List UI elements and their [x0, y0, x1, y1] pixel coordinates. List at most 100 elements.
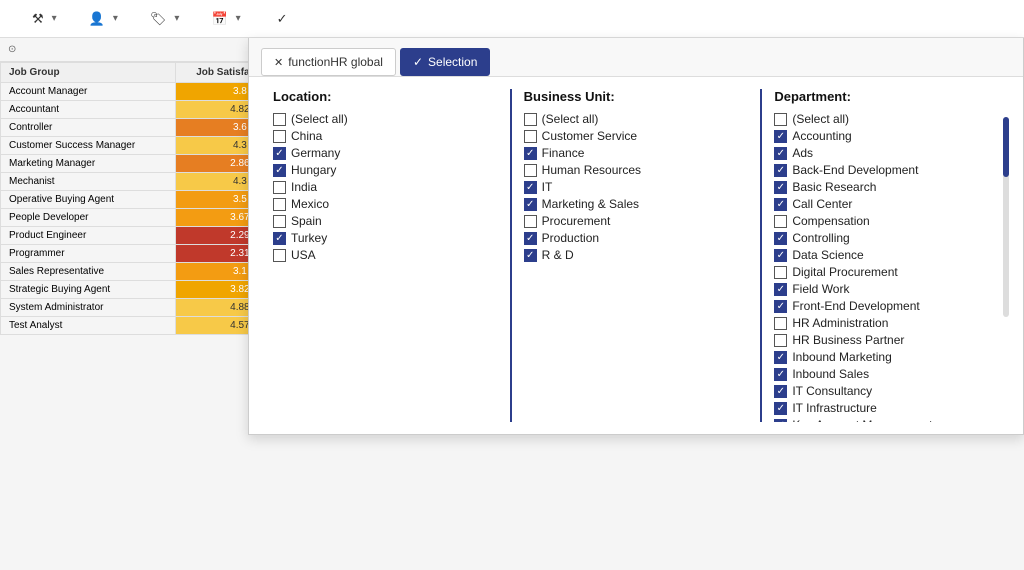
checkbox-icon[interactable]: ✓ — [774, 232, 787, 245]
filter-item[interactable]: ✓Data Science — [774, 248, 995, 262]
checkbox-icon[interactable] — [774, 334, 787, 347]
organization-button[interactable]: ⚒ ▾ — [20, 5, 69, 33]
filter-item[interactable]: ✓Accounting — [774, 129, 995, 143]
filter-item[interactable]: ✓Controlling — [774, 231, 995, 245]
top-nav: ⚒ ▾ 👤 ▾ 🏷 ▾ 📅 ▾ ✓ — [0, 0, 1024, 38]
checkbox-icon[interactable]: ✓ — [774, 249, 787, 262]
checkbox-icon[interactable]: ✓ — [774, 385, 787, 398]
filter-item-label: IT Infrastructure — [792, 401, 876, 415]
checkbox-icon[interactable]: ✓ — [774, 402, 787, 415]
jobs-icon: 🏷 — [150, 11, 167, 27]
checkbox-icon[interactable]: ✓ — [774, 419, 787, 423]
waves-button[interactable]: 📅 ▾ — [199, 5, 252, 33]
checkbox-icon[interactable] — [273, 215, 286, 228]
filter-item[interactable]: ✓Marketing & Sales — [524, 197, 749, 211]
checkbox-icon[interactable] — [273, 181, 286, 194]
checkbox-icon[interactable]: ✓ — [524, 147, 537, 160]
checkbox-icon[interactable] — [774, 215, 787, 228]
filter-item[interactable]: ✓Back-End Development — [774, 163, 995, 177]
checkbox-icon[interactable] — [273, 130, 286, 143]
job-group-cell: Accountant — [1, 101, 176, 119]
checkbox-icon[interactable]: ✓ — [524, 198, 537, 211]
filter-item[interactable]: ✓Hungary — [273, 163, 498, 177]
chevron-down-icon: ▾ — [236, 13, 241, 24]
filter-item[interactable]: (Select all) — [273, 112, 498, 126]
checkbox-icon[interactable]: ✓ — [774, 300, 787, 313]
filter-item[interactable]: Spain — [273, 214, 498, 228]
checkbox-icon[interactable]: ✓ — [524, 181, 537, 194]
location-list: (Select all) China ✓Germany ✓Hungary India Me… — [273, 112, 498, 262]
checkbox-icon[interactable]: ✓ — [774, 368, 787, 381]
checkbox-icon[interactable]: ✓ — [273, 164, 286, 177]
checkbox-icon[interactable] — [774, 266, 787, 279]
filter-item[interactable]: ✓Key Account Management — [774, 418, 995, 422]
checkbox-icon[interactable]: ✓ — [774, 283, 787, 296]
close-icon[interactable]: ✕ — [274, 56, 283, 69]
filter-item[interactable]: ✓Germany — [273, 146, 498, 160]
filter-item[interactable]: ✓Basic Research — [774, 180, 995, 194]
filter-item-label: India — [291, 180, 317, 194]
checkbox-icon[interactable] — [524, 215, 537, 228]
job-group-cell: People Developer — [1, 209, 176, 227]
checkbox-icon[interactable] — [273, 249, 286, 262]
apply-button[interactable]: ✓ — [261, 5, 308, 33]
checkbox-icon[interactable] — [524, 164, 537, 177]
filter-item[interactable]: ✓Ads — [774, 146, 995, 160]
checkbox-icon[interactable] — [774, 113, 787, 126]
filter-item[interactable]: (Select all) — [524, 112, 749, 126]
department-scrollbar[interactable] — [1003, 117, 1009, 317]
jobs-button[interactable]: 🏷 ▾ — [138, 5, 192, 33]
filter-item[interactable]: HR Administration — [774, 316, 995, 330]
organization-icon: ⚒ — [32, 11, 44, 27]
filter-item[interactable]: ✓ IT Consultancy — [774, 384, 995, 398]
scrollbar-thumb[interactable] — [1003, 117, 1009, 177]
filter-item-label: IT Consultancy — [792, 384, 872, 398]
checkbox-icon[interactable]: ✓ — [774, 164, 787, 177]
filter-item[interactable]: Compensation — [774, 214, 995, 228]
checkbox-icon[interactable]: ✓ — [524, 232, 537, 245]
checkbox-icon[interactable]: ✓ — [774, 181, 787, 194]
filter-item[interactable]: Human Resources — [524, 163, 749, 177]
checkbox-icon[interactable]: ✓ — [774, 147, 787, 160]
job-group-cell: Marketing Manager — [1, 155, 176, 173]
filter-item[interactable]: China — [273, 129, 498, 143]
tab-selection-label: Selection — [428, 55, 477, 69]
filter-item[interactable]: Customer Service — [524, 129, 749, 143]
checkbox-icon[interactable] — [273, 198, 286, 211]
job-group-cell: Strategic Buying Agent — [1, 281, 176, 299]
filter-item[interactable]: ✓Front-End Development — [774, 299, 995, 313]
checkbox-icon[interactable] — [524, 130, 537, 143]
filter-columns: Location: (Select all)China✓Germany✓Hung… — [249, 77, 1023, 434]
checkbox-icon[interactable]: ✓ — [774, 351, 787, 364]
checkbox-icon[interactable] — [524, 113, 537, 126]
filter-item[interactable]: ✓Production — [524, 231, 749, 245]
filter-item[interactable]: USA — [273, 248, 498, 262]
filter-item[interactable]: India — [273, 180, 498, 194]
checkbox-icon[interactable] — [774, 317, 787, 330]
checkbox-icon[interactable]: ✓ — [524, 249, 537, 262]
filter-item[interactable]: (Select all) — [774, 112, 995, 126]
checkbox-icon[interactable]: ✓ — [774, 130, 787, 143]
widget-icon: ⊙ — [8, 44, 16, 55]
filter-item[interactable]: Digital Procurement — [774, 265, 995, 279]
filter-item[interactable]: ✓Call Center — [774, 197, 995, 211]
filter-item[interactable]: ✓Inbound Sales — [774, 367, 995, 381]
filter-item[interactable]: ✓Field Work — [774, 282, 995, 296]
filter-item[interactable]: ✓Inbound Marketing — [774, 350, 995, 364]
filter-item[interactable]: ✓Finance — [524, 146, 749, 160]
checkbox-icon[interactable]: ✓ — [273, 147, 286, 160]
checkbox-icon[interactable] — [273, 113, 286, 126]
filter-item[interactable]: Mexico — [273, 197, 498, 211]
filter-item[interactable]: ✓ IT Infrastructure — [774, 401, 995, 415]
filter-item[interactable]: ✓R & D — [524, 248, 749, 262]
employees-button[interactable]: 👤 ▾ — [77, 5, 130, 33]
filter-item-label: Compensation — [792, 214, 869, 228]
filter-item[interactable]: ✓IT — [524, 180, 749, 194]
tab-selection[interactable]: ✓ Selection — [400, 48, 490, 76]
filter-item[interactable]: HR Business Partner — [774, 333, 995, 347]
filter-item[interactable]: ✓Turkey — [273, 231, 498, 245]
checkbox-icon[interactable]: ✓ — [774, 198, 787, 211]
filter-item[interactable]: Procurement — [524, 214, 749, 228]
checkbox-icon[interactable]: ✓ — [273, 232, 286, 245]
tab-function-hr[interactable]: ✕ functionHR global — [261, 48, 396, 76]
